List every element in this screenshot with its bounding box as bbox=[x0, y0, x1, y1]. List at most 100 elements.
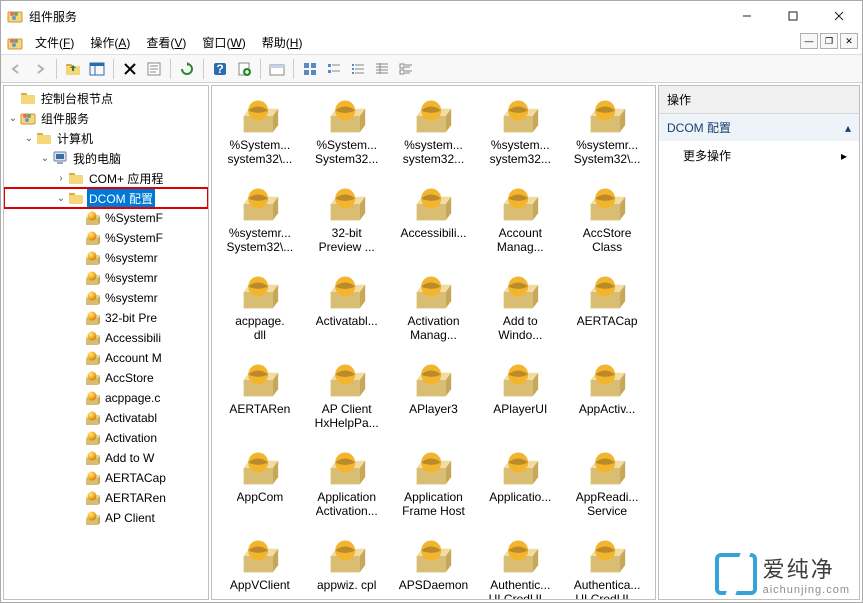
tree-twisty[interactable]: ⌄ bbox=[6, 113, 20, 124]
tree-dcom-child[interactable]: 32-bit Pre bbox=[4, 308, 208, 328]
tree-twisty[interactable]: ⌄ bbox=[38, 153, 52, 164]
grid-item[interactable]: APlayerUI bbox=[479, 360, 561, 430]
menu-action[interactable]: 操作(A) bbox=[82, 31, 138, 54]
grid-item[interactable]: %system...system32... bbox=[392, 96, 474, 166]
icon-grid-pane[interactable]: %System...system32\... %System...System32… bbox=[211, 85, 656, 600]
grid-item[interactable]: ActivationManag... bbox=[392, 272, 474, 342]
tree-dcom-child[interactable]: Add to W bbox=[4, 448, 208, 468]
view-small-icons-button[interactable] bbox=[323, 58, 345, 80]
maximize-button[interactable] bbox=[770, 1, 816, 31]
tree-twisty[interactable]: ⌄ bbox=[22, 133, 36, 144]
tree-console-root[interactable]: 控制台根节点 bbox=[4, 88, 208, 108]
grid-item[interactable]: %system...system32... bbox=[479, 96, 561, 166]
tree-com-applications[interactable]: ›COM+ 应用程 bbox=[4, 168, 208, 188]
tree-dcom-child[interactable]: acppage.c bbox=[4, 388, 208, 408]
grid-item[interactable]: AppActiv... bbox=[566, 360, 648, 430]
tree-dcom-child[interactable]: %systemr bbox=[4, 248, 208, 268]
grid-item[interactable]: AccStoreClass bbox=[566, 184, 648, 254]
view-large-icons-button[interactable] bbox=[299, 58, 321, 80]
grid-item[interactable]: ApplicationActivation... bbox=[306, 448, 388, 518]
nav-forward-button[interactable] bbox=[29, 58, 51, 80]
grid-item[interactable]: %System...system32\... bbox=[219, 96, 301, 166]
actions-more[interactable]: 更多操作 ▸ bbox=[659, 141, 859, 170]
tree-dcom-config[interactable]: ⌄DCOM 配置 bbox=[4, 188, 208, 208]
view-tiles-button[interactable] bbox=[395, 58, 417, 80]
tree-dcom-child[interactable]: Account M bbox=[4, 348, 208, 368]
grid-item[interactable]: AERTACap bbox=[566, 272, 648, 342]
package-icon bbox=[327, 272, 367, 312]
grid-item[interactable]: AccountManag... bbox=[479, 184, 561, 254]
tree-dcom-child[interactable]: Activatabl bbox=[4, 408, 208, 428]
minimize-button[interactable] bbox=[724, 1, 770, 31]
tree-dcom-child[interactable]: %SystemF bbox=[4, 208, 208, 228]
grid-item[interactable]: AERTARen bbox=[219, 360, 301, 430]
mdi-minimize-button[interactable]: — bbox=[800, 33, 818, 49]
tree-computers[interactable]: ⌄计算机 bbox=[4, 128, 208, 148]
component-services-icon bbox=[20, 110, 36, 126]
tree-dcom-child[interactable]: AccStore bbox=[4, 368, 208, 388]
view-folder-button[interactable] bbox=[266, 58, 288, 80]
tree-dcom-child[interactable]: Activation bbox=[4, 428, 208, 448]
mdi-restore-button[interactable]: ❐ bbox=[820, 33, 838, 49]
menu-view[interactable]: 查看(V) bbox=[138, 31, 194, 54]
view-list-button[interactable] bbox=[347, 58, 369, 80]
view-details-button[interactable] bbox=[371, 58, 393, 80]
grid-item[interactable]: AppReadi...Service bbox=[566, 448, 648, 518]
actions-section-title[interactable]: DCOM 配置 ▴ bbox=[659, 114, 859, 141]
tree-dcom-child[interactable]: %SystemF bbox=[4, 228, 208, 248]
tree-component-services[interactable]: ⌄组件服务 bbox=[4, 108, 208, 128]
grid-item[interactable]: Authentica...UI CredUI... bbox=[566, 536, 648, 600]
menu-help[interactable]: 帮助(H) bbox=[254, 31, 311, 54]
grid-item[interactable]: %systemr...System32\... bbox=[566, 96, 648, 166]
grid-item[interactable]: Add toWindo... bbox=[479, 272, 561, 342]
refresh-button[interactable] bbox=[176, 58, 198, 80]
grid-item[interactable]: Activatabl... bbox=[306, 272, 388, 342]
grid-item-caption: %System...System32... bbox=[315, 138, 378, 166]
tree-dcom-child[interactable]: %systemr bbox=[4, 268, 208, 288]
close-button[interactable] bbox=[816, 1, 862, 31]
delete-button[interactable] bbox=[119, 58, 141, 80]
grid-item[interactable]: appwiz. cpl bbox=[306, 536, 388, 600]
grid-item[interactable]: AP ClientHxHelpPa... bbox=[306, 360, 388, 430]
grid-item[interactable]: acppage.dll bbox=[219, 272, 301, 342]
grid-item[interactable]: ApplicationFrame Host bbox=[392, 448, 474, 518]
package-icon bbox=[500, 272, 540, 312]
main-window: 组件服务 文件(F) 操作(A) 查看(V) 窗口(W) 帮助(H) — ❐ ✕ bbox=[0, 0, 863, 603]
show-tree-button[interactable] bbox=[86, 58, 108, 80]
grid-item[interactable]: APSDaemon bbox=[392, 536, 474, 600]
grid-item[interactable]: %System...System32... bbox=[306, 96, 388, 166]
tree-my-computer[interactable]: ⌄我的电脑 bbox=[4, 148, 208, 168]
tree-dcom-child[interactable]: AERTARen bbox=[4, 488, 208, 508]
folder-icon bbox=[68, 170, 84, 186]
tree-pane[interactable]: 控制台根节点⌄组件服务⌄计算机⌄我的电脑›COM+ 应用程⌄DCOM 配置%Sy… bbox=[3, 85, 209, 600]
up-folder-button[interactable] bbox=[62, 58, 84, 80]
help-button[interactable]: ? bbox=[209, 58, 231, 80]
package-icon bbox=[84, 370, 100, 386]
tree-dcom-child[interactable]: Accessibili bbox=[4, 328, 208, 348]
package-icon bbox=[500, 536, 540, 576]
tree-dcom-child[interactable]: %systemr bbox=[4, 288, 208, 308]
grid-item[interactable]: Authentic...UI CredUI... bbox=[479, 536, 561, 600]
grid-item[interactable]: Accessibili... bbox=[392, 184, 474, 254]
export-button[interactable] bbox=[233, 58, 255, 80]
tree-twisty[interactable]: › bbox=[54, 173, 68, 184]
watermark-url: aichunjing.com bbox=[763, 584, 850, 596]
grid-item[interactable]: APlayer3 bbox=[392, 360, 474, 430]
grid-item[interactable]: AppVClient bbox=[219, 536, 301, 600]
grid-item[interactable]: AppCom bbox=[219, 448, 301, 518]
menu-window[interactable]: 窗口(W) bbox=[194, 31, 253, 54]
tree-twisty[interactable]: ⌄ bbox=[54, 193, 68, 204]
grid-item[interactable]: %systemr...System32\... bbox=[219, 184, 301, 254]
tree-dcom-child[interactable]: AP Client bbox=[4, 508, 208, 528]
grid-item-caption: AERTACap bbox=[577, 314, 638, 328]
tree-dcom-child[interactable]: AERTACap bbox=[4, 468, 208, 488]
menu-file[interactable]: 文件(F) bbox=[27, 31, 82, 54]
grid-item[interactable]: 32-bitPreview ... bbox=[306, 184, 388, 254]
properties-button[interactable] bbox=[143, 58, 165, 80]
tree-label: Activation bbox=[103, 430, 159, 446]
package-icon bbox=[84, 510, 100, 526]
mdi-close-button[interactable]: ✕ bbox=[840, 33, 858, 49]
grid-item[interactable]: Applicatio... bbox=[479, 448, 561, 518]
nav-back-button[interactable] bbox=[5, 58, 27, 80]
titlebar: 组件服务 bbox=[1, 1, 862, 31]
